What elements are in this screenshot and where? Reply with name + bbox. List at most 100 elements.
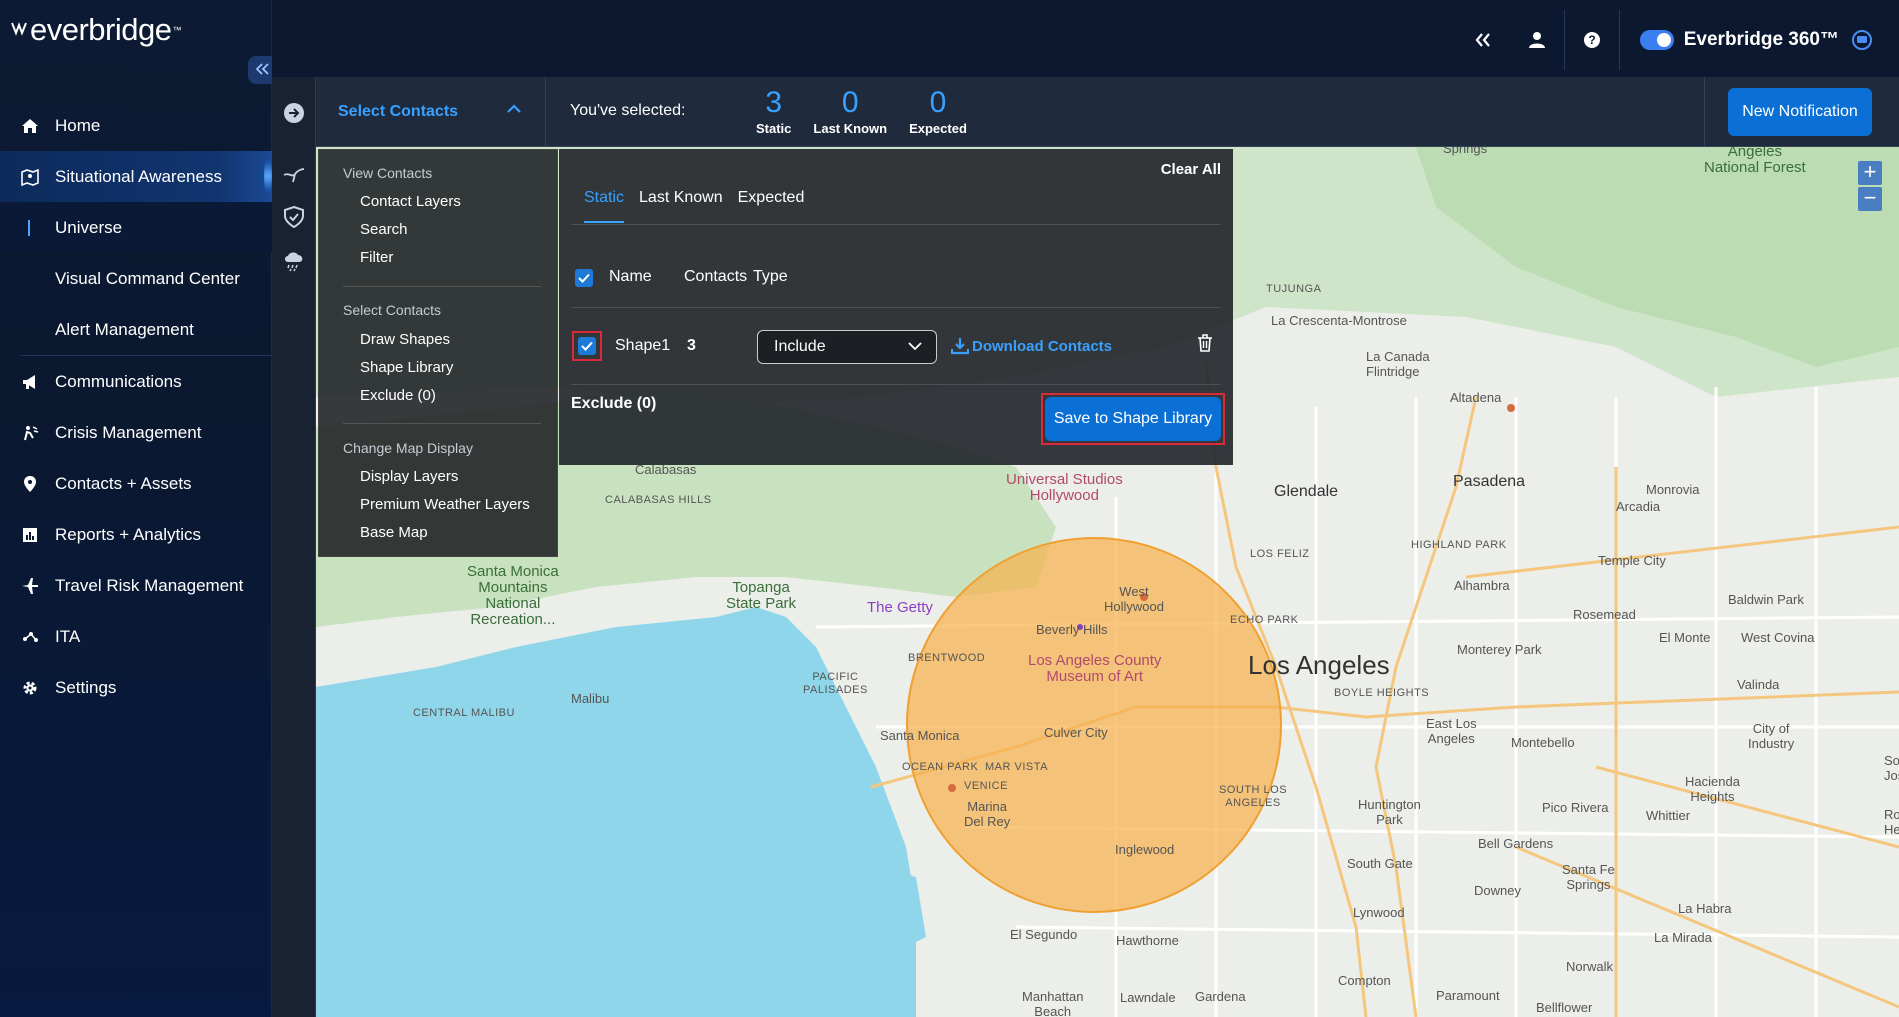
product-switcher: Everbridge 360™: [1620, 29, 1899, 51]
map-label-pacific-palisades: PACIFIC PALISADES: [803, 671, 868, 696]
map-label-la-mirada: La Mirada: [1654, 930, 1712, 945]
plane-icon: [20, 576, 40, 596]
nav-ita[interactable]: ITA: [0, 611, 272, 662]
type-select[interactable]: Include: [757, 330, 937, 364]
nav-crisis-management[interactable]: Crisis Management: [0, 407, 272, 458]
user-profile-button[interactable]: [1510, 20, 1564, 60]
count-static[interactable]: 3 Static: [756, 87, 791, 137]
menu-item-filter[interactable]: Filter: [360, 249, 393, 266]
type-select-value: Include: [774, 338, 826, 355]
menu-item-premium-weather[interactable]: Premium Weather Layers: [360, 496, 530, 513]
map-label-huntington: Huntington Park: [1358, 797, 1421, 827]
map-label-monterey: Monterey Park: [1457, 642, 1542, 657]
logo-mark-icon: [11, 22, 27, 36]
menu-item-shape-library[interactable]: Shape Library: [360, 359, 453, 376]
nav-situational-awareness[interactable]: Situational Awareness: [0, 151, 272, 202]
double-chevron-left-icon: [255, 63, 269, 75]
nav-reports-analytics[interactable]: Reports + Analytics: [0, 509, 272, 560]
arrow-right-circle-icon[interactable]: [282, 101, 306, 125]
select-all-checkbox[interactable]: [575, 269, 593, 287]
map-label-paramount: Paramount: [1436, 988, 1500, 1003]
crisis-icon: [20, 423, 40, 443]
map-label-highland: HIGHLAND PARK: [1411, 539, 1507, 551]
map-label-east-la: East Los Angeles: [1426, 716, 1477, 746]
download-label: Download Contacts: [972, 337, 1113, 355]
map-label-inglewood: Inglewood: [1115, 842, 1175, 857]
nav-travel-risk[interactable]: Travel Risk Management: [0, 560, 272, 611]
collapse-all-button[interactable]: [1456, 20, 1510, 60]
column-name: Name: [609, 268, 652, 285]
map-label-springs: Springs: [1443, 147, 1488, 156]
tool-rail: [272, 77, 316, 1017]
menu-item-search[interactable]: Search: [360, 221, 408, 238]
menu-item-exclude[interactable]: Exclude (0): [360, 387, 436, 404]
nav-home[interactable]: Home: [0, 100, 272, 151]
map-label-temple-city: Temple City: [1598, 553, 1666, 568]
new-notification-button[interactable]: New Notification: [1728, 88, 1872, 136]
help-button[interactable]: ?: [1565, 20, 1619, 60]
double-chevron-left-icon: [1475, 33, 1490, 47]
map-label-bell-gardens: Bell Gardens: [1478, 836, 1554, 851]
map-label-city-industry: City of Industry: [1748, 721, 1795, 751]
select-contacts-toggle[interactable]: Select Contacts: [316, 77, 546, 147]
map-label-west-covina: West Covina: [1741, 630, 1815, 645]
select-contacts-menu: View Contacts Contact Layers Search Filt…: [318, 149, 558, 557]
clear-all-button[interactable]: Clear All: [1161, 161, 1221, 178]
nav-universe[interactable]: Universe: [0, 202, 272, 253]
menu-item-contact-layers[interactable]: Contact Layers: [360, 193, 461, 210]
map-label-pasadena: Pasadena: [1453, 473, 1526, 490]
exclude-count[interactable]: Exclude (0): [571, 395, 656, 413]
shield-icon[interactable]: [282, 205, 306, 229]
chat-icon[interactable]: [1851, 29, 1873, 51]
download-contacts-link[interactable]: Download Contacts: [951, 337, 1112, 355]
nav-alert-management[interactable]: Alert Management: [0, 304, 272, 355]
map-label-west-hollywood: West Hollywood: [1104, 584, 1164, 614]
zoom-in-button[interactable]: +: [1858, 161, 1882, 185]
map-label-smm: Santa Monica Mountains National Recreati…: [467, 563, 559, 628]
megaphone-icon: [20, 372, 40, 392]
bird-icon[interactable]: [282, 163, 306, 187]
menu-group-change-map-display: Change Map Display: [343, 440, 473, 456]
zoom-controls: + −: [1858, 161, 1882, 213]
map-label-south-la: SOUTH LOS ANGELES: [1219, 784, 1288, 809]
nav-communications[interactable]: Communications: [0, 356, 272, 407]
nav-visual-command-center[interactable]: Visual Command Center: [0, 253, 272, 304]
nav-label: Home: [55, 115, 101, 135]
map-label-lacma: Los Angeles County Museum of Art: [1028, 652, 1162, 685]
product-toggle[interactable]: [1639, 30, 1674, 50]
menu-item-display-layers[interactable]: Display Layers: [360, 468, 458, 485]
menu-item-draw-shapes[interactable]: Draw Shapes: [360, 331, 450, 348]
tab-static[interactable]: Static: [584, 189, 625, 223]
map-icon: [20, 167, 40, 187]
map-label-echo: ECHO PARK: [1230, 614, 1299, 626]
tab-expected[interactable]: Expected: [738, 189, 805, 223]
you-selected-label: You've selected:: [570, 102, 686, 119]
map-label-monrovia: Monrovia: [1646, 482, 1700, 497]
count-expected[interactable]: 0 Expected: [909, 87, 967, 137]
nav-label: Contacts + Assets: [55, 473, 192, 493]
map-label-crescenta: La Crescenta-Montrose: [1271, 313, 1407, 328]
count-label: Expected: [909, 121, 967, 136]
count-last-known[interactable]: 0 Last Known: [813, 87, 887, 137]
everbridge-logo[interactable]: everbridge ™: [10, 10, 181, 50]
selection-panel: Clear All Static Last Known Expected Nam…: [559, 149, 1233, 465]
delete-shape-button[interactable]: [1197, 334, 1213, 357]
chart-icon: [20, 525, 40, 545]
nav-label: Settings: [55, 677, 117, 697]
nav-label: Travel Risk Management: [55, 575, 244, 595]
tab-last-known[interactable]: Last Known: [639, 189, 723, 223]
selection-counts: 3 Static 0 Last Known 0 Expected: [756, 87, 989, 137]
map-label-hacienda: Hacienda Heights: [1685, 774, 1740, 804]
nav-contacts-assets[interactable]: Contacts + Assets: [0, 458, 272, 509]
save-to-shape-library-button[interactable]: Save to Shape Library: [1045, 397, 1221, 441]
row-checkbox[interactable]: [578, 337, 596, 355]
map-label-tujunga: TUJUNGA: [1266, 283, 1322, 295]
nav-settings[interactable]: Settings: [0, 662, 272, 713]
nav-label: Universe: [55, 217, 123, 237]
weather-cloud-icon[interactable]: [282, 249, 306, 273]
nav-label: Reports + Analytics: [55, 524, 201, 544]
zoom-out-button[interactable]: −: [1858, 187, 1882, 211]
map-label-montebello: Montebello: [1511, 735, 1575, 750]
map-label-south-san-jose: South Sa Jose Hil: [1884, 753, 1899, 783]
menu-item-base-map[interactable]: Base Map: [360, 524, 428, 541]
